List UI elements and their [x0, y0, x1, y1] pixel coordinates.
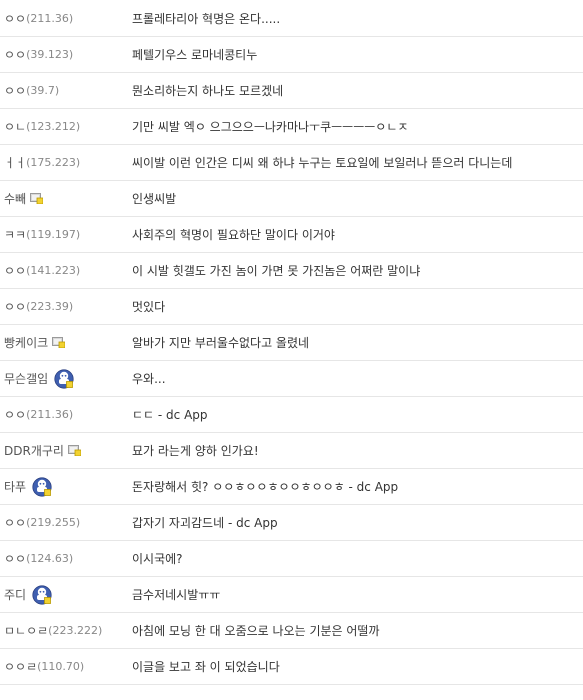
comment-row: ㅇㅇㄹ (110.70) 이글을 보고 좌 이 되었습니다: [0, 649, 583, 685]
comment-author[interactable]: ㅓㅓ (175.223): [4, 145, 124, 180]
author-nickname[interactable]: ㅓㅓ: [4, 154, 26, 171]
author-nickname[interactable]: ㅁㄴㅇㄹ: [4, 622, 48, 639]
comment-text: 이글을 보고 좌 이 되었습니다: [132, 660, 280, 674]
author-nickname[interactable]: 타푸: [4, 478, 26, 495]
comment-row: ㅋㅋ (119.197) 사회주의 혁명이 필요하단 말이다 이거야: [0, 217, 583, 253]
comment-author[interactable]: ㅁㄴㅇㄹ (223.222): [4, 613, 124, 648]
comment-text: 아침에 모닝 한 대 오줌으로 나오는 기분은 어떨까: [132, 624, 380, 638]
author-nickname[interactable]: ㅇㅇ: [4, 46, 26, 63]
author-ip: (175.223): [26, 156, 81, 169]
comment-row: 타푸 돈자랑해서 힛? ㅇㅇㅎㅇㅇㅎㅇㅇㅎㅇㅇㅎ - dc App: [0, 469, 583, 505]
fixed-nick-icon: [52, 337, 65, 348]
comment-row: ㅇㄴ (123.212) 기만 씨발 엑ㅇ 으그으으ㅡ나카마나ㅜ쿠ㅡㅡㅡㅡㅇㄴㅈ: [0, 109, 583, 145]
author-ip: (110.70): [37, 660, 85, 673]
comment-text: 기만 씨발 엑ㅇ 으그으으ㅡ나카마나ㅜ쿠ㅡㅡㅡㅡㅇㄴㅈ: [132, 120, 409, 134]
comment-text: 이시국에?: [132, 552, 183, 566]
comment-author[interactable]: ㅇㅇㄹ (110.70): [4, 649, 124, 684]
comment-text: 뭔소리하는지 하나도 모르겠네: [132, 84, 284, 98]
author-ip: (123.212): [26, 120, 81, 133]
author-ip: (39.7): [26, 84, 60, 97]
comment-text: 사회주의 혁명이 필요하단 말이다 이거야: [132, 228, 335, 242]
author-ip: (211.36): [26, 11, 74, 25]
comment-author[interactable]: ㅇㅇ (223.39): [4, 289, 124, 324]
comment-author[interactable]: 빵케이크: [4, 325, 124, 360]
comment-row: DDR개구리 묘가 라는게 양하 인가요!: [0, 433, 583, 469]
author-ip: (141.223): [26, 264, 81, 277]
comment-author[interactable]: 타푸: [4, 469, 124, 504]
author-ip: (219.255): [26, 516, 81, 529]
comment-text: 알바가 지만 부러울수없다고 올렸네: [132, 336, 310, 350]
comment-text: 묘가 라는게 양하 인가요!: [132, 444, 259, 458]
comment-row: ㅇㅇ (223.39) 멋있다: [0, 289, 583, 325]
comment-author[interactable]: ㅇㅇ (39.7): [4, 73, 124, 108]
comment-author[interactable]: ㅋㅋ (119.197): [4, 217, 124, 252]
comment-text: 갑자기 자괴감드네 - dc App: [132, 516, 278, 530]
comment-author[interactable]: 주디: [4, 577, 124, 612]
gallog-icon[interactable]: [32, 477, 52, 497]
author-nickname[interactable]: DDR개구리: [4, 442, 64, 459]
comment-row: 수빼 인생씨발: [0, 181, 583, 217]
comment-row: ㅇㅇ (219.255) 갑자기 자괴감드네 - dc App: [0, 505, 583, 541]
gallog-icon[interactable]: [32, 585, 52, 605]
comment-row: 빵케이크 알바가 지만 부러울수없다고 올렸네: [0, 325, 583, 361]
author-nickname[interactable]: ㅇㅇ: [4, 262, 26, 279]
author-nickname[interactable]: ㅇㅇ: [4, 514, 26, 531]
comment-list: ㅇㅇ (211.36) 프롤레타리아 혁명은 온다..... ㅇㅇ (39.123) 페텔…: [0, 0, 583, 685]
author-nickname[interactable]: ㅇㄴ: [4, 118, 26, 135]
author-nickname[interactable]: 빵케이크: [4, 334, 48, 351]
author-nickname[interactable]: ㅇㅇ: [4, 550, 26, 567]
comment-row: ㅇㅇ (124.63) 이시국에?: [0, 541, 583, 577]
comment-author[interactable]: ㅇㅇ (141.223): [4, 253, 124, 288]
author-nickname[interactable]: ㅇㅇ: [4, 82, 26, 99]
author-ip: (39.123): [26, 48, 74, 61]
comment-author[interactable]: ㅇㄴ (123.212): [4, 109, 124, 144]
author-nickname[interactable]: ㅇㅇ: [4, 406, 26, 423]
author-ip: (223.39): [26, 300, 74, 313]
comment-author[interactable]: ㅇㅇ (124.63): [4, 541, 124, 576]
comment-row: 무슨갤임 우와...: [0, 361, 583, 397]
author-nickname[interactable]: 주디: [4, 586, 26, 603]
comment-row: ㅓㅓ (175.223) 씨이발 이런 인간은 디씨 왜 하냐 누구는 토요일에 보…: [0, 145, 583, 181]
author-ip: (119.197): [26, 228, 81, 241]
comment-row: ㅇㅇ (211.36) ㄷㄷ - dc App: [0, 397, 583, 433]
comment-row: 주디 금수저네시발ㅠㅠ: [0, 577, 583, 613]
comment-text: 우와...: [132, 372, 166, 386]
comment-text: 인생씨발: [132, 192, 177, 206]
comment-author[interactable]: ㅇㅇ (219.255): [4, 505, 124, 540]
comment-text: 이 시발 힛갤도 가진 놈이 가면 못 가진놈은 어쩌란 말이냐: [132, 264, 421, 278]
comment-author[interactable]: 무슨갤임: [4, 361, 124, 396]
comment-text: 페텔기우스 로마네콩티누: [132, 48, 258, 62]
comment-text: 금수저네시발ㅠㅠ: [132, 588, 221, 602]
author-nickname[interactable]: ㅇㅇ: [4, 10, 26, 27]
comment-author[interactable]: ㅇㅇ (211.36): [4, 0, 124, 36]
comment-text: 돈자랑해서 힛? ㅇㅇㅎㅇㅇㅎㅇㅇㅎㅇㅇㅎ - dc App: [132, 480, 399, 494]
comment-row: ㅇㅇ (39.123) 페텔기우스 로마네콩티누: [0, 37, 583, 73]
comment-text: 멋있다: [132, 300, 166, 314]
author-nickname[interactable]: 무슨갤임: [4, 370, 48, 387]
comment-author[interactable]: ㅇㅇ (39.123): [4, 37, 124, 72]
author-ip: (223.222): [48, 624, 103, 637]
author-nickname[interactable]: ㅇㅇㄹ: [4, 658, 37, 675]
author-nickname[interactable]: 수빼: [4, 190, 26, 207]
gallog-icon[interactable]: [54, 369, 74, 389]
author-ip: (124.63): [26, 552, 74, 565]
fixed-nick-icon: [68, 445, 81, 456]
fixed-nick-icon: [30, 193, 43, 204]
author-nickname[interactable]: ㅋㅋ: [4, 226, 26, 243]
comment-text: 프롤레타리아 혁명은 온다.....: [132, 11, 281, 26]
comment-text: 씨이발 이런 인간은 디씨 왜 하냐 누구는 토요일에 보일러나 뜯으러 다니는…: [132, 156, 513, 170]
comment-text: ㄷㄷ - dc App: [132, 408, 208, 422]
comment-row: ㅇㅇ (211.36) 프롤레타리아 혁명은 온다.....: [0, 0, 583, 37]
comment-author[interactable]: ㅇㅇ (211.36): [4, 397, 124, 432]
comment-author[interactable]: 수빼: [4, 181, 124, 216]
author-nickname[interactable]: ㅇㅇ: [4, 298, 26, 315]
comment-row: ㅇㅇ (141.223) 이 시발 힛갤도 가진 놈이 가면 못 가진놈은 어쩌란 …: [0, 253, 583, 289]
comment-author[interactable]: DDR개구리: [4, 433, 124, 468]
author-ip: (211.36): [26, 408, 74, 421]
comment-row: ㅇㅇ (39.7) 뭔소리하는지 하나도 모르겠네: [0, 73, 583, 109]
comment-row: ㅁㄴㅇㄹ (223.222) 아침에 모닝 한 대 오줌으로 나오는 기분은 어떨까: [0, 613, 583, 649]
